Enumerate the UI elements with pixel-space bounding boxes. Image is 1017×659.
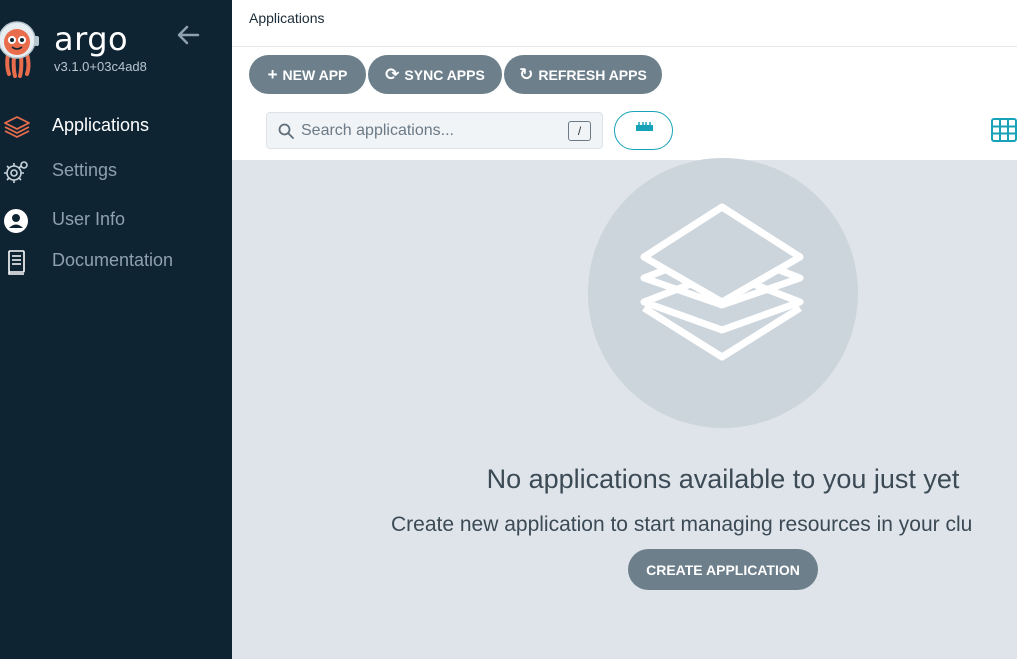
tiles-view-icon[interactable]: [991, 118, 1017, 142]
create-application-button[interactable]: CREATE APPLICATION: [628, 549, 818, 590]
view-toggle-button[interactable]: [614, 111, 673, 150]
brand-name: argo: [54, 20, 129, 58]
arrow-left-icon: [177, 25, 200, 45]
sidebar-item-applications[interactable]: Applications: [0, 108, 232, 144]
stacked-layers-icon: [640, 203, 804, 361]
user-icon: [2, 207, 30, 235]
version-label: v3.1.0+03c4ad8: [54, 59, 147, 74]
sidebar-item-user-info[interactable]: User Info: [0, 202, 232, 238]
sidebar-item-settings[interactable]: Settings: [0, 153, 232, 189]
sidebar-item-label: Applications: [52, 115, 150, 135]
empty-state-subtitle: Create new application to start managing…: [391, 513, 973, 536]
search-icon: [278, 123, 294, 139]
search-box: /: [266, 112, 603, 149]
sync-icon: ⟳: [385, 65, 400, 84]
sync-apps-label: SYNC APPS: [404, 66, 485, 83]
new-app-button[interactable]: + NEW APP: [249, 55, 366, 94]
refresh-apps-button[interactable]: ↻ REFRESH APPS: [504, 55, 662, 94]
search-input[interactable]: [301, 119, 556, 143]
sidebar-item-label: User Info: [52, 209, 126, 229]
layers-icon: [2, 113, 30, 141]
sidebar: argo v3.1.0+03c4ad8 Applications Setting…: [0, 0, 232, 659]
gear-icon: [2, 158, 30, 186]
refresh-apps-label: REFRESH APPS: [538, 66, 647, 83]
sidebar-item-documentation[interactable]: Documentation: [0, 243, 232, 279]
empty-state-title: No applications available to you just ye…: [486, 464, 960, 494]
refresh-icon: ↻: [519, 65, 534, 84]
argo-logo: [0, 18, 50, 78]
new-app-label: NEW APP: [282, 66, 348, 83]
page-title: Applications: [249, 10, 325, 26]
shortcut-key-hint: /: [568, 121, 591, 141]
collapse-sidebar-button[interactable]: [174, 22, 202, 48]
plus-icon: +: [267, 65, 278, 84]
ruler-icon: [636, 122, 653, 131]
sidebar-item-label: Settings: [52, 160, 118, 180]
toolbar: + NEW APP ⟳ SYNC APPS ↻ REFRESH APPS /: [232, 47, 1017, 160]
sidebar-item-label: Documentation: [52, 250, 174, 270]
top-bar: Applications: [232, 0, 1017, 47]
sync-apps-button[interactable]: ⟳ SYNC APPS: [368, 55, 502, 94]
book-icon: [2, 248, 30, 276]
